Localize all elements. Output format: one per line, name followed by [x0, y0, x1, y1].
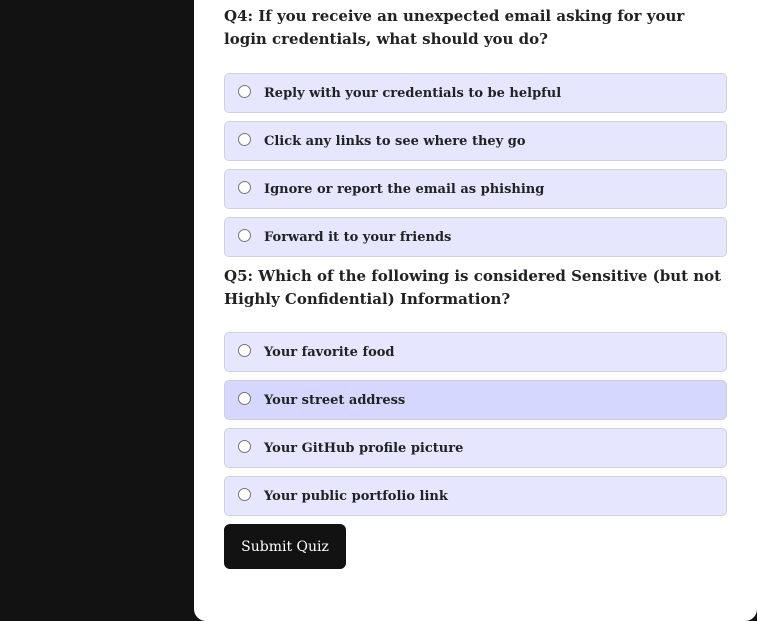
question-5-text: Q5: Which of the following is considered…	[224, 267, 722, 308]
option-label: Click any links to see where they go	[264, 133, 526, 149]
radio-button[interactable]	[238, 132, 251, 146]
submit-quiz-button[interactable]: Submit Quiz	[224, 524, 346, 569]
radio-button[interactable]	[238, 391, 251, 405]
q4-option-3[interactable]: Ignore or report the email as phishing	[224, 169, 727, 209]
option-label: Your GitHub profile picture	[264, 440, 464, 456]
q5-option-1[interactable]: Your favorite food	[224, 332, 727, 372]
q4-option-1[interactable]: Reply with your credentials to be helpfu…	[224, 73, 727, 113]
q4-option-4[interactable]: Forward it to your friends	[224, 217, 727, 257]
option-label: Your favorite food	[264, 344, 395, 360]
radio-button[interactable]	[238, 343, 251, 357]
q4-option-2[interactable]: Click any links to see where they go	[224, 121, 727, 161]
q5-option-2[interactable]: Your street address	[224, 380, 727, 420]
option-label: Your street address	[264, 392, 406, 408]
option-label: Your public portfolio link	[264, 488, 448, 504]
radio-button[interactable]	[238, 84, 251, 98]
radio-button[interactable]	[238, 180, 251, 194]
option-label: Forward it to your friends	[264, 229, 452, 245]
q5-option-4[interactable]: Your public portfolio link	[224, 476, 727, 516]
radio-button[interactable]	[238, 439, 251, 453]
question-4-text: Q4: If you receive an unexpected email a…	[224, 7, 685, 48]
radio-button[interactable]	[238, 228, 251, 242]
radio-button[interactable]	[238, 487, 251, 501]
q5-option-3[interactable]: Your GitHub profile picture	[224, 428, 727, 468]
option-label: Ignore or report the email as phishing	[264, 181, 545, 197]
option-label: Reply with your credentials to be helpfu…	[264, 85, 562, 101]
